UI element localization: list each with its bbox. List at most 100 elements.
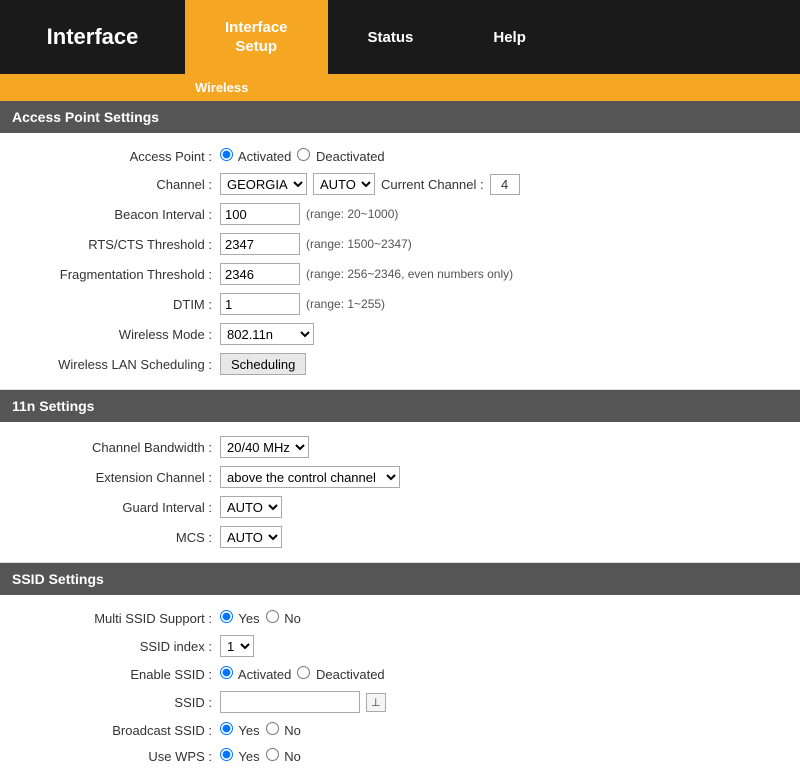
enable-ssid-label: Enable SSID [0, 667, 220, 682]
wireless-mode-label: Wireless Mode [0, 327, 220, 342]
use-wps-yes-radio[interactable] [220, 748, 233, 761]
tab-help[interactable]: Help [453, 0, 566, 74]
ssid-section-header: SSID Settings [0, 563, 800, 595]
wireless-scheduling-label: Wireless LAN Scheduling [0, 357, 220, 372]
beacon-interval-row: Beacon Interval (range: 20~1000) [0, 199, 800, 229]
ext-channel-select[interactable]: above the control channel below the cont… [220, 466, 400, 488]
activated-radio[interactable] [220, 148, 233, 161]
multi-ssid-label: Multi SSID Support [0, 611, 220, 626]
wireless-mode-field: 802.11n 802.11b 802.11g 802.11b/g 802.11… [220, 323, 314, 345]
broadcast-ssid-field: Yes No [220, 722, 301, 738]
mcs-select[interactable]: AUTO 0123 4567 [220, 526, 282, 548]
wireless-scheduling-field: Scheduling [220, 353, 306, 375]
beacon-interval-hint: (range: 20~1000) [306, 207, 398, 221]
broadcast-ssid-yes-radio[interactable] [220, 722, 233, 735]
guard-interval-row: Guard Interval AUTO Long Short [0, 492, 800, 522]
rts-threshold-label: RTS/CTS Threshold [0, 237, 220, 252]
use-wps-yes-option[interactable]: Yes [220, 748, 260, 764]
channel-bw-select[interactable]: 20/40 MHz 20 MHz 40 MHz [220, 436, 309, 458]
enable-ssid-row: Enable SSID Activated Deactivated [0, 661, 800, 687]
activated-option[interactable]: Activated [220, 148, 291, 164]
broadcast-ssid-yes-label: Yes [238, 723, 259, 738]
multi-ssid-field: Yes No [220, 610, 301, 626]
ext-channel-label: Extension Channel [0, 470, 220, 485]
dtim-label: DTIM [0, 297, 220, 312]
multi-ssid-yes-option[interactable]: Yes [220, 610, 260, 626]
broadcast-ssid-yes-option[interactable]: Yes [220, 722, 260, 738]
enable-ssid-deactivated-option[interactable]: Deactivated [297, 666, 384, 682]
channel-select[interactable]: GEORGIA [220, 173, 307, 195]
tab-interface-setup[interactable]: InterfaceSetup [185, 0, 328, 74]
tab-interface-setup-label: InterfaceSetup [225, 18, 288, 57]
ssid-index-row: SSID index 1234 [0, 631, 800, 661]
multi-ssid-no-radio[interactable] [266, 610, 279, 623]
tab-help-label: Help [493, 29, 526, 46]
frag-threshold-hint: (range: 256~2346, even numbers only) [306, 267, 513, 281]
brand: Interface [0, 0, 185, 74]
ext-channel-field: above the control channel below the cont… [220, 466, 400, 488]
access-point-form: Access Point Activated Deactivated Chann… [0, 133, 800, 389]
wireless-mode-select[interactable]: 802.11n 802.11b 802.11g 802.11b/g 802.11… [220, 323, 314, 345]
ssid-field: ⊥ [220, 691, 386, 713]
wireless-mode-row: Wireless Mode 802.11n 802.11b 802.11g 80… [0, 319, 800, 349]
access-point-section-header: Access Point Settings [0, 101, 800, 133]
enable-ssid-deactivated-radio[interactable] [297, 666, 310, 679]
dtim-input[interactable] [220, 293, 300, 315]
channel-field: GEORGIA AUTO Current Channel : 4 [220, 173, 520, 195]
multi-ssid-yes-label: Yes [238, 611, 259, 626]
broadcast-ssid-no-option[interactable]: No [266, 722, 301, 738]
channel-row: Channel GEORGIA AUTO Current Channel : 4 [0, 169, 800, 199]
frag-threshold-field: (range: 256~2346, even numbers only) [220, 263, 513, 285]
mcs-row: MCS AUTO 0123 4567 [0, 522, 800, 552]
enable-ssid-activated-radio[interactable] [220, 666, 233, 679]
deactivated-label: Deactivated [316, 149, 385, 164]
access-point-row: Access Point Activated Deactivated [0, 143, 800, 169]
beacon-interval-field: (range: 20~1000) [220, 203, 398, 225]
broadcast-ssid-row: Broadcast SSID Yes No [0, 717, 800, 743]
rts-threshold-hint: (range: 1500~2347) [306, 237, 412, 251]
use-wps-no-option[interactable]: No [266, 748, 301, 764]
rts-threshold-input[interactable] [220, 233, 300, 255]
channel-bw-row: Channel Bandwidth 20/40 MHz 20 MHz 40 MH… [0, 432, 800, 462]
broadcast-ssid-no-radio[interactable] [266, 722, 279, 735]
enable-ssid-activated-label: Activated [238, 667, 291, 682]
ssid-row: SSID ⊥ [0, 687, 800, 717]
enable-ssid-deactivated-label: Deactivated [316, 667, 385, 682]
enable-ssid-activated-option[interactable]: Activated [220, 666, 291, 682]
use-wps-no-radio[interactable] [266, 748, 279, 761]
activated-label: Activated [238, 149, 291, 164]
11n-form: Channel Bandwidth 20/40 MHz 20 MHz 40 MH… [0, 422, 800, 562]
tab-status[interactable]: Status [328, 0, 454, 74]
ssid-index-label: SSID index [0, 639, 220, 654]
beacon-interval-input[interactable] [220, 203, 300, 225]
access-point-label: Access Point [0, 149, 220, 164]
use-wps-row: Use WPS Yes No [0, 743, 800, 769]
guard-interval-select[interactable]: AUTO Long Short [220, 496, 282, 518]
top-nav: Interface InterfaceSetup Status Help [0, 0, 800, 74]
main-content: Access Point Settings Access Point Activ… [0, 101, 800, 779]
deactivated-radio[interactable] [297, 148, 310, 161]
multi-ssid-no-option[interactable]: No [266, 610, 301, 626]
dtim-field: (range: 1~255) [220, 293, 385, 315]
auto-select[interactable]: AUTO [313, 173, 375, 195]
frag-threshold-input[interactable] [220, 263, 300, 285]
ssid-index-select[interactable]: 1234 [220, 635, 254, 657]
channel-bw-label: Channel Bandwidth [0, 440, 220, 455]
subnav-wireless[interactable]: Wireless [185, 74, 258, 101]
deactivated-option[interactable]: Deactivated [297, 148, 384, 164]
ssid-input[interactable] [220, 691, 360, 713]
scheduling-button[interactable]: Scheduling [220, 353, 306, 375]
multi-ssid-yes-radio[interactable] [220, 610, 233, 623]
nav-tabs: InterfaceSetup Status Help [185, 0, 800, 74]
channel-bw-field: 20/40 MHz 20 MHz 40 MHz [220, 436, 309, 458]
multi-ssid-row: Multi SSID Support Yes No [0, 605, 800, 631]
current-channel-label: Current Channel : [381, 177, 484, 192]
current-channel-value: 4 [490, 174, 520, 195]
ssid-index-field: 1234 [220, 635, 254, 657]
ext-channel-row: Extension Channel above the control chan… [0, 462, 800, 492]
multi-ssid-no-label: No [284, 611, 301, 626]
beacon-interval-label: Beacon Interval [0, 207, 220, 222]
use-wps-no-label: No [284, 749, 301, 764]
11n-section-header: 11n Settings [0, 390, 800, 422]
ssid-icon[interactable]: ⊥ [366, 693, 386, 712]
